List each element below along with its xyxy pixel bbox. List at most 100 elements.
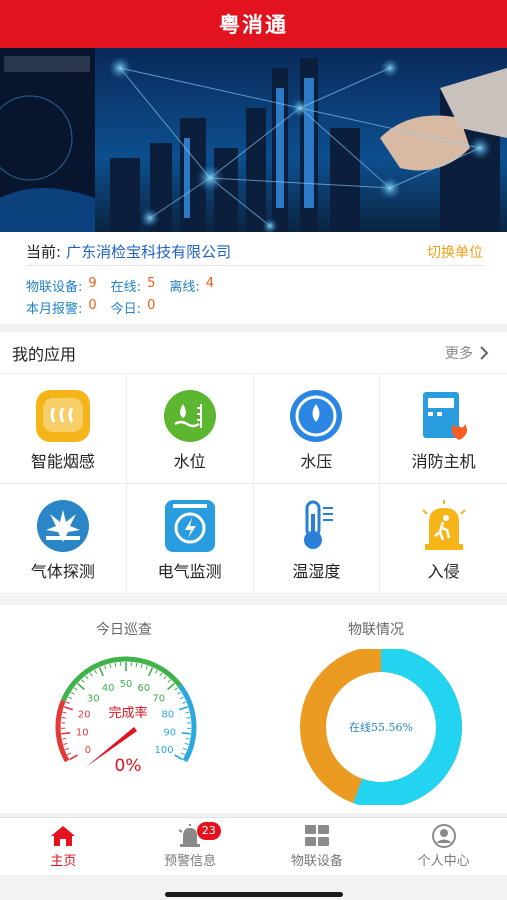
more-apps-link[interactable]: 更多 [445, 343, 489, 363]
gauge-tick-label: 80 [161, 709, 174, 720]
app-water-level[interactable]: 水位 [126, 374, 254, 484]
app-label: 气体探测 [30, 562, 95, 581]
app-title: 粤消通 [219, 13, 288, 37]
gauge-tick [167, 682, 175, 691]
gauge-tick [62, 711, 67, 714]
iot-device-label: 物联设备: [26, 280, 83, 295]
gauge-tick [66, 752, 72, 756]
app-gas-detect[interactable]: 气体探测 [0, 484, 127, 594]
gauge-tick [184, 742, 189, 745]
iot-device-count: 9 [88, 276, 97, 291]
tab-home[interactable]: 主页 [0, 818, 127, 875]
gauge-tick [64, 747, 70, 751]
current-unit-row: 当前: 广东消检宝科技有限公司 切换单位 [26, 238, 483, 266]
gauge-tick [62, 737, 67, 740]
gauge-tick [180, 752, 186, 756]
app-header: 粤消通 [0, 0, 507, 48]
gauge-tick [89, 672, 93, 677]
gauge-tick [77, 682, 85, 691]
banner-image[interactable] [0, 48, 507, 232]
my-apps-section: 我的应用 更多 智能烟感 水位 水压 消防主机 气体探测 电气监测 温湿度 入侵 [0, 332, 507, 595]
gauge-tick [185, 737, 190, 740]
devices-icon [304, 825, 329, 846]
app-label: 消防主机 [411, 452, 476, 471]
app-electric-monitor[interactable]: 电气监测 [126, 484, 254, 594]
tab-devices[interactable]: 物联设备 [254, 818, 381, 875]
gauge-tick [68, 696, 73, 700]
patrol-title: 今日巡查 [96, 622, 152, 638]
banner-city-network-image [0, 48, 507, 232]
app-label: 水位 [173, 452, 206, 471]
gauge-arc-segment [55, 699, 70, 763]
app-fire-host[interactable]: 消防主机 [380, 374, 507, 484]
alert-count-badge: 23 [196, 822, 221, 840]
water-level-icon [163, 390, 216, 442]
gauge-tick [73, 687, 78, 691]
user-icon [431, 824, 456, 848]
gauge-tick [174, 687, 179, 691]
app-label: 入侵 [427, 562, 460, 581]
app-smoke-detector[interactable]: 智能烟感 [0, 374, 127, 484]
gauge-tick [63, 742, 68, 745]
switch-unit-button[interactable]: 切换单位 [427, 242, 483, 262]
tab-label: 物联设备 [290, 854, 343, 869]
thermometer-icon [304, 500, 334, 549]
tab-alerts[interactable]: 23 预警信息 [127, 818, 254, 875]
gauge-tick [104, 665, 107, 670]
app-intrusion[interactable]: 入侵 [380, 484, 507, 594]
gauge-tick [154, 669, 158, 674]
gas-detect-icon [36, 500, 89, 552]
tab-label: 个人中心 [417, 854, 470, 869]
gauge-tick [177, 691, 182, 695]
monthly-alarm-label: 本月报警: [26, 302, 83, 317]
gauge-tick [148, 667, 154, 677]
overview-panel: 今日巡查 物联情况 0 10 20 30 40 50 60 70 80 90 100 完成率 0% … [0, 605, 507, 813]
bottom-tab-bar: 主页 23 预警信息 物联设备 个人中心 [0, 817, 507, 875]
home-icon [51, 826, 76, 846]
gauge-tick-label: 20 [78, 709, 91, 720]
gauge-tick [182, 747, 188, 751]
gauge-tick-label: 90 [163, 728, 176, 739]
app-label: 电气监测 [157, 562, 222, 581]
my-apps-header: 我的应用 更多 [0, 332, 507, 374]
gauge-tick-label: 10 [76, 728, 89, 739]
app-temperature-humidity[interactable]: 温湿度 [253, 484, 381, 594]
current-unit-label: 当前: [26, 243, 62, 261]
gauge-tick [179, 706, 189, 711]
unit-info-panel: 当前: 广东消检宝科技有限公司 切换单位 物联设备: 9 在线: 5 离线: 4… [0, 232, 507, 324]
intrusion-icon [421, 500, 466, 550]
app-label: 温湿度 [292, 562, 341, 581]
iot-status-donut: 在线55.56% [300, 649, 462, 805]
gauge-tick [98, 667, 104, 677]
gauge-tick [185, 711, 190, 714]
tab-profile[interactable]: 个人中心 [380, 818, 507, 875]
current-unit-name: 广东消检宝科技有限公司 [66, 243, 232, 261]
gauge-tick [182, 701, 187, 704]
tab-label: 预警信息 [164, 854, 217, 869]
chevron-right-icon [480, 345, 489, 360]
water-pressure-icon [290, 390, 343, 442]
alarm-stats-row: 本月报警: 0 今日: 0 [26, 298, 163, 317]
gauge-tick-label: 30 [87, 694, 100, 705]
app-label: 智能烟感 [30, 452, 95, 471]
gauge-tick [63, 706, 73, 711]
gauge-tick [109, 663, 112, 669]
gauge-tick-label: 0 [85, 745, 91, 756]
home-indicator [165, 892, 343, 897]
gauge-tick [181, 732, 191, 735]
iot-status-title: 物联情况 [348, 622, 404, 638]
app-grid: 智能烟感 水位 水压 消防主机 气体探测 电气监测 温湿度 入侵 [0, 374, 507, 594]
gauge-tick [94, 669, 98, 674]
gauge-tick-label: 100 [155, 745, 174, 756]
gauge-tick [174, 754, 183, 761]
app-label: 水压 [300, 452, 333, 471]
gauge-tick [61, 732, 71, 735]
today-alarm-count: 0 [147, 298, 156, 313]
fire-host-icon [422, 392, 467, 440]
gauge-tick [163, 675, 167, 680]
gauge-tick [159, 672, 163, 677]
app-water-pressure[interactable]: 水压 [253, 374, 381, 484]
gauge-tick-label: 40 [102, 683, 115, 694]
tab-label: 主页 [50, 854, 77, 869]
more-label: 更多 [445, 345, 473, 362]
